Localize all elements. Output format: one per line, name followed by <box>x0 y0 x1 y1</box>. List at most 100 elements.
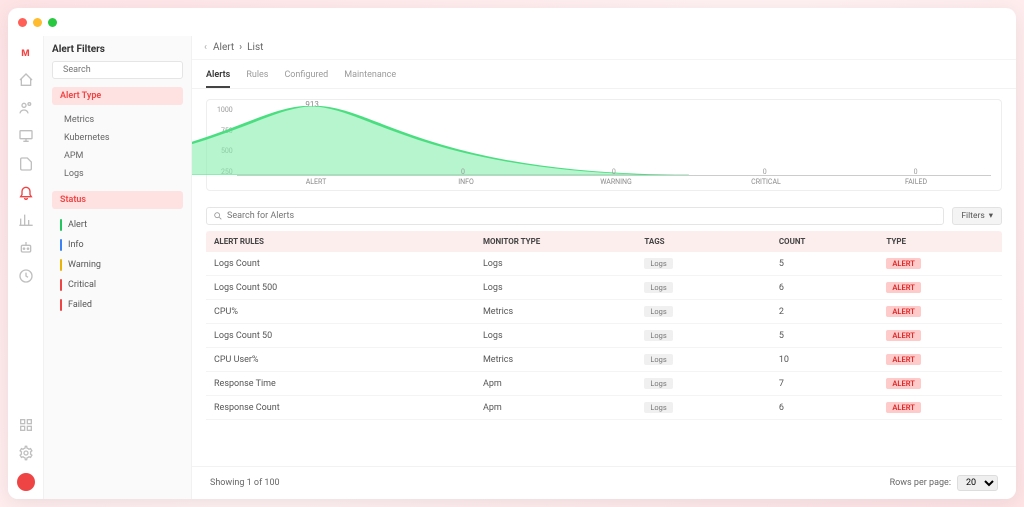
table-row[interactable]: CPU%MetricsLogs2ALERT <box>206 300 1002 324</box>
status-filter[interactable]: Critical <box>52 275 183 295</box>
type-badge: ALERT <box>886 378 920 389</box>
table-row[interactable]: Logs CountLogsLogs5ALERT <box>206 252 1002 276</box>
grid-icon[interactable] <box>18 417 34 433</box>
tag: Logs <box>644 306 672 317</box>
monitor-icon[interactable] <box>18 128 34 144</box>
filter-item[interactable]: APM <box>52 147 183 165</box>
cell-rule: Logs Count <box>214 259 483 269</box>
bot-icon[interactable] <box>18 240 34 256</box>
bell-icon[interactable] <box>18 184 34 200</box>
status-filter[interactable]: Warning <box>52 255 183 275</box>
status-filter[interactable]: Alert <box>52 215 183 235</box>
tab-configured[interactable]: Configured <box>284 66 328 88</box>
type-badge: ALERT <box>886 282 920 293</box>
sidebar-search[interactable] <box>52 61 183 79</box>
titlebar <box>8 8 1016 36</box>
cell-count: 5 <box>779 259 887 269</box>
tag: Logs <box>644 402 672 413</box>
avatar[interactable] <box>17 473 35 491</box>
toolbar: Filters ▾ <box>192 201 1016 231</box>
cell-monitor: Apm <box>483 403 644 413</box>
maximize-dot[interactable] <box>48 18 57 27</box>
users-icon[interactable] <box>18 100 34 116</box>
status-color-bar <box>60 219 62 231</box>
chart-value: 0 <box>612 168 616 176</box>
column-header[interactable]: MONITOR TYPE <box>483 237 644 246</box>
gear-icon[interactable] <box>18 445 34 461</box>
showing-text: Showing 1 of 100 <box>210 478 280 488</box>
column-header[interactable]: TYPE <box>886 237 994 246</box>
alerts-search[interactable] <box>206 207 944 225</box>
cell-tag: Logs <box>644 330 778 341</box>
cell-rule: Response Time <box>214 379 483 389</box>
home-icon[interactable] <box>18 72 34 88</box>
sidebar-search-input[interactable] <box>63 65 177 75</box>
cell-monitor: Metrics <box>483 355 644 365</box>
cell-count: 7 <box>779 379 887 389</box>
status-label: Critical <box>68 280 96 290</box>
type-badge: ALERT <box>886 330 920 341</box>
cell-count: 5 <box>779 331 887 341</box>
status-filter[interactable]: Failed <box>52 295 183 315</box>
status-filter[interactable]: Info <box>52 235 183 255</box>
type-badge: ALERT <box>886 306 920 317</box>
column-header[interactable]: TAGS <box>644 237 778 246</box>
table-row[interactable]: Logs Count 500LogsLogs6ALERT <box>206 276 1002 300</box>
nav-rail: ᴍ <box>8 36 44 499</box>
close-dot[interactable] <box>18 18 27 27</box>
cell-rule: Logs Count 50 <box>214 331 483 341</box>
chart-value: 0 <box>914 168 918 176</box>
clock-icon[interactable] <box>18 268 34 284</box>
cell-count: 6 <box>779 283 887 293</box>
column-header[interactable]: COUNT <box>779 237 887 246</box>
cell-tag: Logs <box>644 306 778 317</box>
cell-rule: CPU% <box>214 307 483 317</box>
chart-category: WARNING <box>541 176 691 186</box>
back-icon[interactable]: ‹ <box>204 42 207 53</box>
cell-type: ALERT <box>886 354 994 365</box>
type-badge: ALERT <box>886 402 920 413</box>
table-row[interactable]: CPU User%MetricsLogs10ALERT <box>206 348 1002 372</box>
rows-per-page-label: Rows per page: <box>890 478 951 488</box>
chart-plot: 9130000 <box>237 106 991 176</box>
chart-xaxis: ALERTINFOWARNINGCRITICALFAILED <box>241 176 991 186</box>
table-row[interactable]: Response CountApmLogs 6ALERT <box>206 396 1002 420</box>
tab-maintenance[interactable]: Maintenance <box>344 66 396 88</box>
file-icon[interactable] <box>18 156 34 172</box>
cell-tag: Logs <box>644 258 778 269</box>
filter-item[interactable]: Logs <box>52 165 183 183</box>
cell-tag: Logs <box>644 378 778 389</box>
status-color-bar <box>60 239 62 251</box>
crumb[interactable]: List <box>247 42 263 53</box>
cell-rule: Response Count <box>214 403 483 413</box>
chart-value: 0 <box>763 168 767 176</box>
filter-item[interactable]: Metrics <box>52 111 183 129</box>
cell-type: ALERT <box>886 306 994 317</box>
filters-button[interactable]: Filters ▾ <box>952 207 1002 225</box>
status-label: Info <box>68 240 84 250</box>
tab-alerts[interactable]: Alerts <box>206 66 230 88</box>
tab-rules[interactable]: Rules <box>246 66 268 88</box>
cell-count: 6 <box>779 403 887 413</box>
cell-monitor: Apm <box>483 379 644 389</box>
chart-category: ALERT <box>241 176 391 186</box>
type-badge: ALERT <box>886 354 920 365</box>
logo-icon: ᴍ <box>18 44 34 60</box>
table-row[interactable]: Response TimeApmLogs7ALERT <box>206 372 1002 396</box>
minimize-dot[interactable] <box>33 18 42 27</box>
chart-value: 0 <box>461 168 465 176</box>
tab-bar: Alerts Rules Configured Maintenance <box>192 60 1016 89</box>
tag: Logs <box>644 258 672 269</box>
table-footer: Showing 1 of 100 Rows per page: 20 <box>192 466 1016 499</box>
crumb[interactable]: Alert <box>213 42 234 53</box>
cell-tag: Logs <box>644 402 778 413</box>
rows-per-page-select[interactable]: 20 <box>957 475 998 491</box>
chart-icon[interactable] <box>18 212 34 228</box>
cell-tag: Logs <box>644 282 778 293</box>
filter-item[interactable]: Kubernetes <box>52 129 183 147</box>
chart-category: CRITICAL <box>691 176 841 186</box>
column-header[interactable]: ALERT RULES <box>214 237 483 246</box>
tag: Logs <box>644 330 672 341</box>
alerts-search-input[interactable] <box>227 211 937 221</box>
table-row[interactable]: Logs Count 50LogsLogs5ALERT <box>206 324 1002 348</box>
